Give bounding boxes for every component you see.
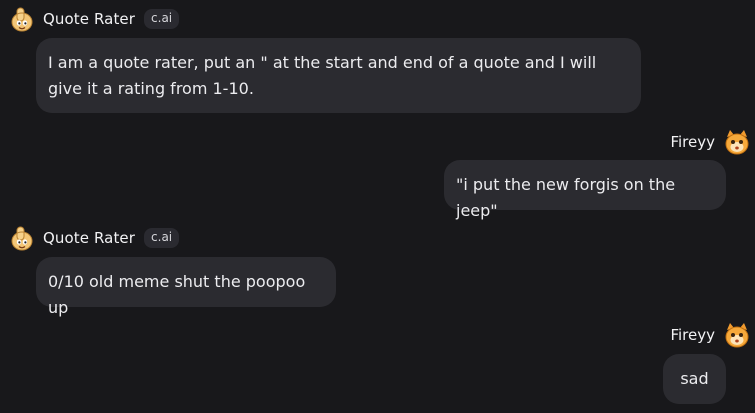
thumbs-up-cartoon-icon[interactable] bbox=[8, 5, 36, 33]
bot-badge: c.ai bbox=[144, 228, 180, 248]
user-name[interactable]: Fireyy bbox=[670, 326, 715, 344]
orange-cat-icon[interactable] bbox=[723, 128, 751, 156]
thumbs-up-cartoon-icon[interactable] bbox=[8, 224, 36, 252]
user-message-bubble: sad bbox=[663, 354, 726, 404]
message-text: 0/10 old meme shut the poopoo up bbox=[48, 272, 306, 317]
message-text: I am a quote rater, put an " at the star… bbox=[48, 53, 597, 98]
chat-thread: Quote Rater c.ai I am a quote rater, put… bbox=[0, 0, 755, 413]
bot-name[interactable]: Quote Rater bbox=[43, 10, 135, 28]
bot-message-bubble: 0/10 old meme shut the poopoo up bbox=[36, 257, 336, 317]
bot-name[interactable]: Quote Rater bbox=[43, 229, 135, 247]
user-name[interactable]: Fireyy bbox=[670, 133, 715, 151]
bot-badge: c.ai bbox=[144, 9, 180, 29]
orange-cat-icon[interactable] bbox=[723, 321, 751, 349]
user-message-bubble: "i put the new forgis on the jeep" bbox=[444, 160, 726, 220]
bot-message-bubble: I am a quote rater, put an " at the star… bbox=[36, 38, 641, 113]
user-message-header: Fireyy bbox=[670, 129, 751, 155]
message-text: sad bbox=[680, 369, 709, 388]
message-text: "i put the new forgis on the jeep" bbox=[456, 175, 676, 220]
bot-message-header: Quote Rater c.ai bbox=[8, 5, 180, 33]
bot-message-header: Quote Rater c.ai bbox=[8, 224, 180, 252]
user-message-header: Fireyy bbox=[670, 322, 751, 348]
